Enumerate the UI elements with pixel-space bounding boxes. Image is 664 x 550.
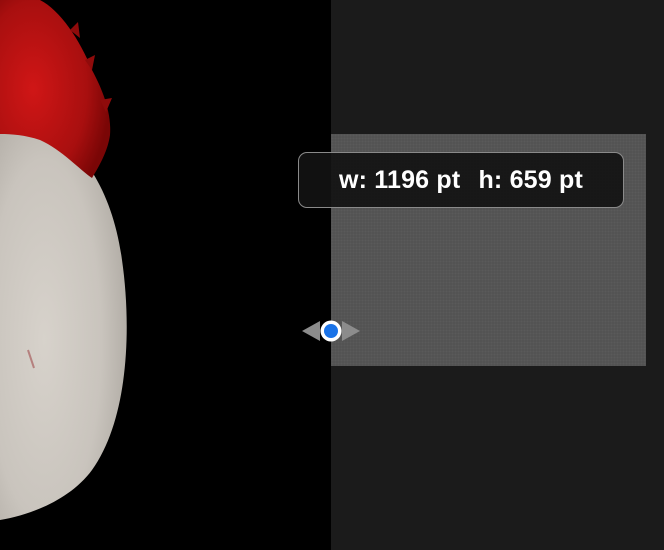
egg-head-shape	[0, 119, 127, 520]
right-arrow-icon	[342, 321, 360, 341]
width-readout: w: 1196 pt	[338, 165, 461, 194]
left-arrow-icon	[302, 321, 320, 341]
dimensions-tooltip: w: 1196 pt h: 659 pt	[298, 152, 624, 208]
height-readout: h: 659 pt	[478, 165, 584, 194]
screen-capture-canvas: w: 1196 pt h: 659 pt	[0, 0, 664, 550]
background-image-area	[0, 0, 331, 550]
character-image	[0, 0, 127, 520]
horizontal-resize-handle-icon[interactable]	[300, 316, 362, 346]
